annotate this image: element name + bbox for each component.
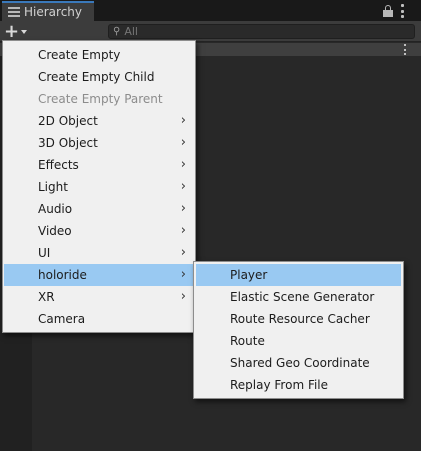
menu-item-label: Light bbox=[38, 180, 68, 194]
chevron-right-icon: › bbox=[180, 289, 186, 304]
menu-item-label: UI bbox=[38, 246, 51, 260]
submenu-item-elastic-scene-generator[interactable]: Elastic Scene Generator bbox=[196, 286, 401, 308]
submenu-item-label: Elastic Scene Generator bbox=[230, 290, 375, 304]
scene-kebab-icon[interactable] bbox=[404, 44, 407, 55]
submenu-item-route[interactable]: Route bbox=[196, 330, 401, 352]
kebab-menu-icon[interactable] bbox=[400, 4, 404, 18]
chevron-right-icon: › bbox=[180, 267, 186, 282]
search-input[interactable] bbox=[124, 25, 405, 38]
add-button[interactable]: + bbox=[4, 21, 34, 42]
menu-item-create-empty[interactable]: Create Empty bbox=[4, 44, 194, 66]
menu-item-xr[interactable]: XR › bbox=[4, 286, 194, 308]
search-icon: ⚲ bbox=[113, 25, 121, 37]
menu-item-create-empty-parent: Create Empty Parent bbox=[4, 88, 194, 110]
menu-item-2d-object[interactable]: 2D Object › bbox=[4, 110, 194, 132]
plus-icon: + bbox=[4, 21, 20, 42]
submenu-item-route-resource-cacher[interactable]: Route Resource Cacher bbox=[196, 308, 401, 330]
menu-item-label: Create Empty bbox=[38, 48, 121, 62]
menu-item-label: Create Empty Child bbox=[38, 70, 155, 84]
menu-item-label: XR bbox=[38, 290, 55, 304]
window-tab-bar: Hierarchy bbox=[0, 0, 421, 21]
menu-item-effects[interactable]: Effects › bbox=[4, 154, 194, 176]
menu-item-label: 3D Object bbox=[38, 136, 98, 150]
chevron-right-icon: › bbox=[180, 157, 186, 172]
lock-icon[interactable] bbox=[383, 5, 393, 17]
submenu-item-label: Shared Geo Coordinate bbox=[230, 356, 370, 370]
menu-item-label: Video bbox=[38, 224, 72, 238]
chevron-right-icon: › bbox=[180, 113, 186, 128]
menu-item-create-empty-child[interactable]: Create Empty Child bbox=[4, 66, 194, 88]
submenu-item-label: Replay From File bbox=[230, 378, 329, 392]
search-box[interactable]: ⚲ bbox=[108, 24, 415, 39]
menu-item-camera[interactable]: Camera bbox=[4, 308, 194, 330]
menu-item-3d-object[interactable]: 3D Object › bbox=[4, 132, 194, 154]
tab-title: Hierarchy bbox=[24, 5, 83, 19]
chevron-right-icon: › bbox=[180, 135, 186, 150]
holoride-submenu: Player Elastic Scene Generator Route Resou… bbox=[193, 261, 404, 399]
chevron-down-icon bbox=[21, 30, 28, 34]
submenu-item-label: Route bbox=[230, 334, 265, 348]
create-menu: Create Empty Create Empty Child Create Emp… bbox=[2, 40, 196, 333]
menu-item-label: Effects bbox=[38, 158, 79, 172]
menu-item-light[interactable]: Light › bbox=[4, 176, 194, 198]
hierarchy-list-icon bbox=[8, 7, 20, 17]
menu-item-label: holoride bbox=[38, 268, 87, 282]
chevron-right-icon: › bbox=[180, 201, 186, 216]
chevron-right-icon: › bbox=[180, 223, 186, 238]
submenu-item-player[interactable]: Player bbox=[196, 264, 401, 286]
chevron-right-icon: › bbox=[180, 245, 186, 260]
submenu-item-label: Route Resource Cacher bbox=[230, 312, 370, 326]
submenu-item-shared-geo-coordinate[interactable]: Shared Geo Coordinate bbox=[196, 352, 401, 374]
menu-item-label: 2D Object bbox=[38, 114, 98, 128]
chevron-right-icon: › bbox=[180, 179, 186, 194]
menu-item-ui[interactable]: UI › bbox=[4, 242, 194, 264]
menu-item-label: Camera bbox=[38, 312, 86, 326]
submenu-item-replay-from-file[interactable]: Replay From File bbox=[196, 374, 401, 396]
menu-item-audio[interactable]: Audio › bbox=[4, 198, 194, 220]
menu-item-label: Create Empty Parent bbox=[38, 92, 163, 106]
hierarchy-toolbar: + ⚲ bbox=[0, 21, 421, 42]
submenu-item-label: Player bbox=[230, 268, 268, 282]
menu-item-holoride[interactable]: holoride › bbox=[4, 264, 194, 286]
tab-hierarchy[interactable]: Hierarchy bbox=[2, 1, 94, 21]
menu-item-label: Audio bbox=[38, 202, 73, 216]
menu-item-video[interactable]: Video › bbox=[4, 220, 194, 242]
